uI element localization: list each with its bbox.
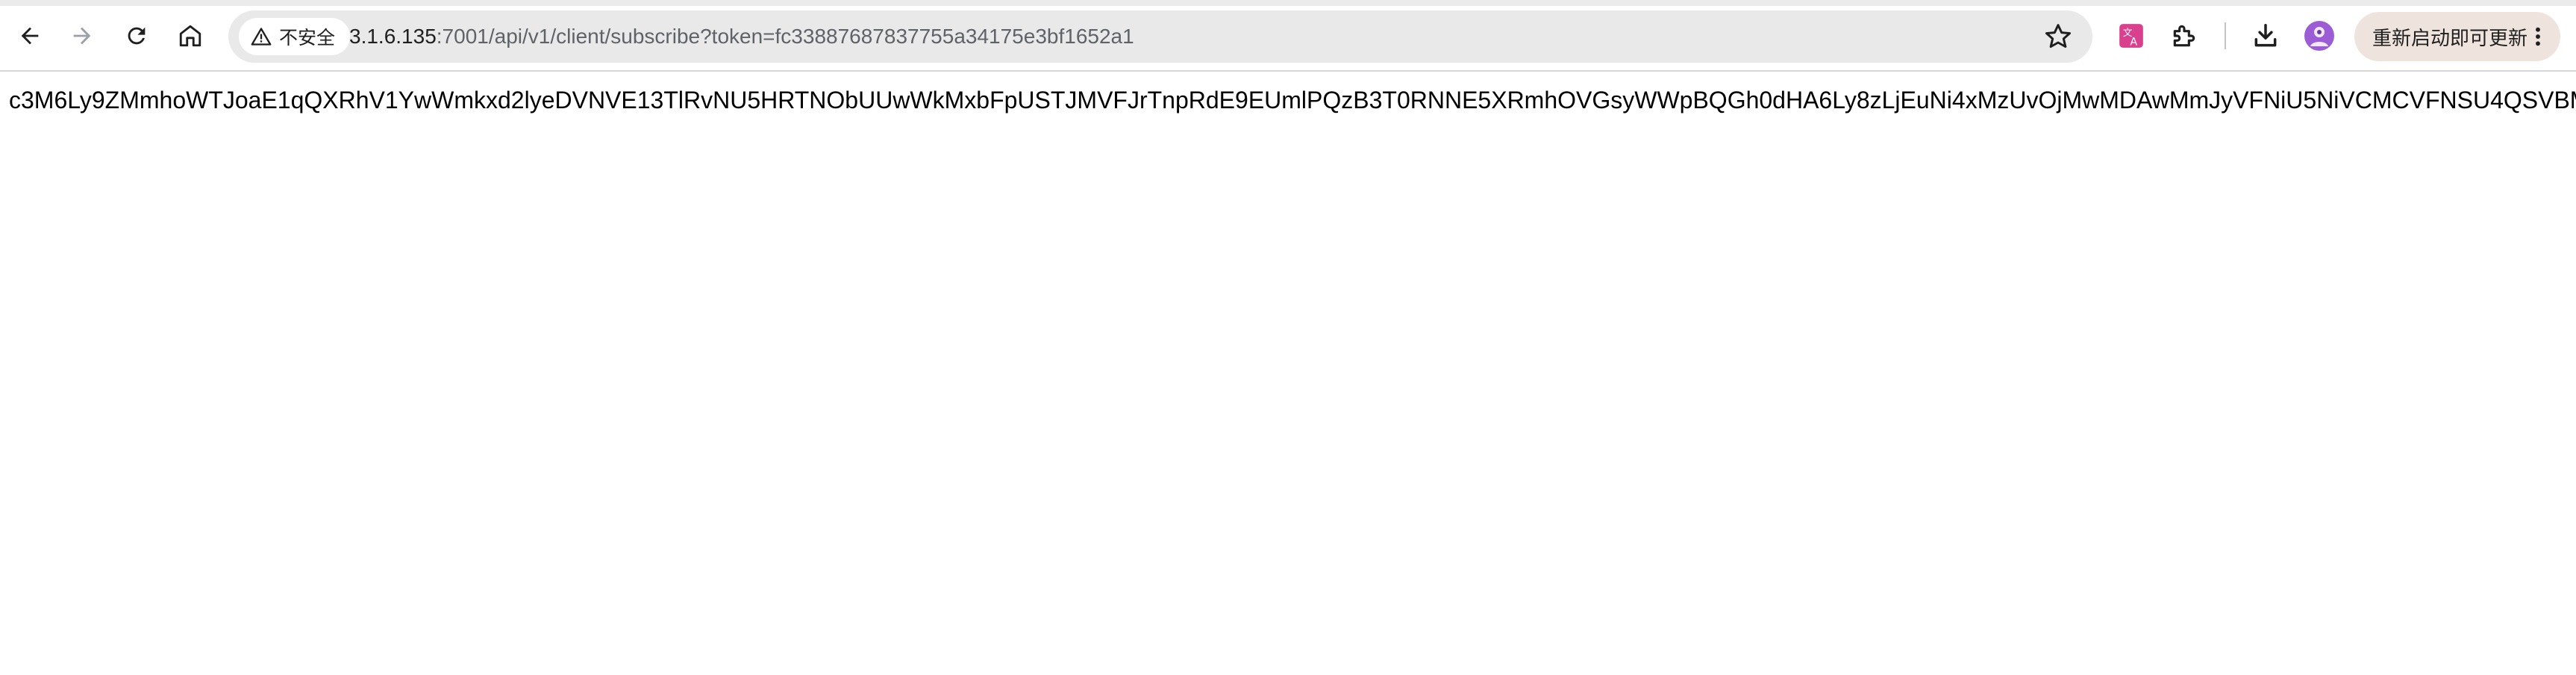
puzzle-icon [2173,25,2195,47]
home-button[interactable] [168,13,213,58]
avatar-icon [2310,27,2328,46]
warning-triangle-icon [251,28,272,46]
profile-avatar[interactable] [2304,21,2334,51]
reload-button[interactable] [114,13,159,58]
home-icon [179,25,201,47]
restart-label: 重新启动即可更新 [2372,26,2528,49]
toolbar-divider [2225,22,2226,49]
page-body-text: c3M6Ly9ZMmhoWTJoaE1qQXRhV1YwWmkxd2lyeDVN… [9,87,2576,113]
restart-update-button[interactable]: 重新启动即可更新 [2354,12,2560,61]
star-icon[interactable] [2043,22,2073,52]
svg-text:A: A [2130,37,2137,49]
reload-icon [128,27,146,45]
translate-icon: 文A [2119,24,2143,49]
downloads-button[interactable] [2246,16,2285,55]
browser-toolbar: 不安全 3.1.6.135:7001/api/v1/client/subscri… [0,0,2576,72]
security-label: 不安全 [279,28,336,49]
address-bar[interactable]: 不安全 3.1.6.135:7001/api/v1/client/subscri… [228,10,2092,63]
url-host: 3.1.6.135 [349,25,437,48]
forward-button[interactable] [60,13,104,58]
arrow-right-icon [73,27,91,45]
url-path: :7001/api/v1/client/subscribe?token=fc33… [436,25,1134,48]
kebab-menu-icon[interactable] [2526,25,2550,49]
download-icon [2254,24,2277,47]
url-text[interactable]: 3.1.6.135:7001/api/v1/client/subscribe?t… [349,10,1134,63]
tab-strip-edge [0,0,2576,6]
security-indicator[interactable]: 不安全 [239,18,351,55]
back-button[interactable] [7,13,52,58]
extensions-button[interactable] [2165,16,2204,55]
translate-button[interactable]: 文A [2112,16,2151,55]
arrow-left-icon [21,27,39,45]
